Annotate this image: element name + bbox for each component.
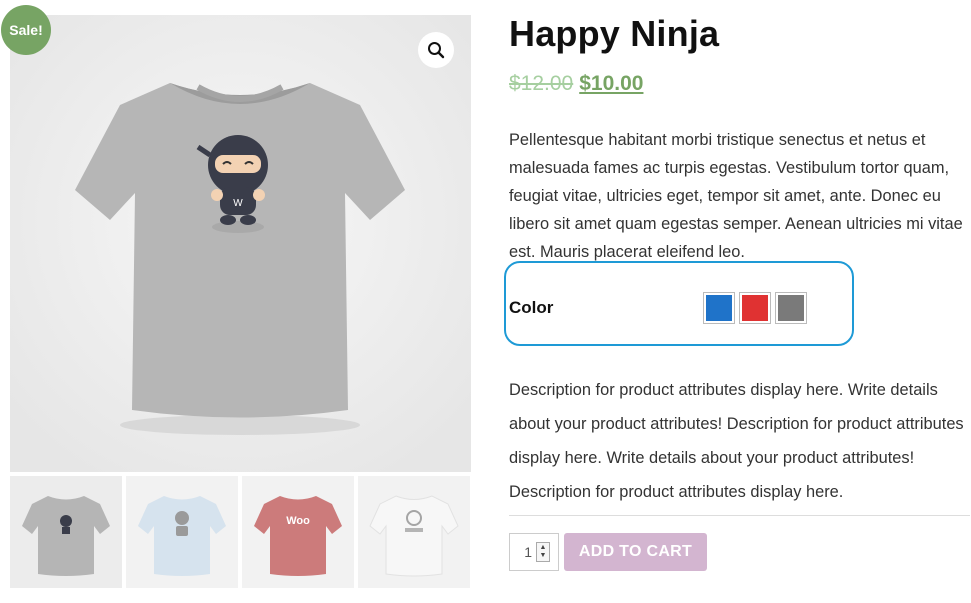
thumbnail-gray-ninja[interactable] [10, 476, 122, 588]
thumbnail-woo-shirt[interactable]: Woo [242, 476, 354, 588]
product-price: $12.00 $10.00 [509, 72, 643, 96]
thumbnail-logo-text: Woo [286, 515, 310, 527]
attribute-description: Description for product attributes displ… [509, 381, 964, 501]
main-product-image[interactable]: W [10, 15, 471, 472]
regular-price: $12.00 [509, 72, 574, 95]
tshirt-image: W [10, 15, 471, 472]
sale-badge: Sale! [1, 5, 51, 55]
gallery-thumbnails: Woo [10, 476, 471, 588]
svg-text:W: W [233, 198, 243, 209]
divider [509, 515, 970, 516]
swatch-red[interactable] [739, 292, 771, 324]
product-title: Happy Ninja [509, 13, 720, 54]
sale-price: $10.00 [579, 72, 644, 95]
swatch-red-fill [742, 295, 768, 321]
thumbnail-image [358, 476, 470, 588]
product-short-description: Pellentesque habitant morbi tristique se… [509, 131, 963, 261]
quantity-input[interactable]: 1 ▲ ▼ [509, 533, 559, 571]
stepper-down-icon[interactable]: ▼ [540, 552, 547, 560]
stepper-up-icon[interactable]: ▲ [540, 544, 547, 552]
color-swatches [703, 292, 807, 324]
thumbnail-white-shirt[interactable] [358, 476, 470, 588]
thumbnail-image [10, 476, 122, 588]
sale-badge-label: Sale! [9, 22, 43, 38]
add-to-cart-button[interactable]: ADD TO CART [564, 533, 707, 571]
quantity-value: 1 [524, 544, 532, 560]
swatch-gray-fill [778, 295, 804, 321]
thumbnail-blue-shirt[interactable] [126, 476, 238, 588]
swatch-gray[interactable] [775, 292, 807, 324]
zoom-icon [428, 42, 445, 59]
swatch-blue[interactable] [703, 292, 735, 324]
thumbnail-image [126, 476, 238, 588]
quantity-stepper[interactable]: ▲ ▼ [536, 542, 550, 562]
attribute-label-color: Color [509, 298, 554, 317]
swatch-blue-fill [706, 295, 732, 321]
thumbnail-image: Woo [242, 476, 354, 588]
zoom-button[interactable] [418, 32, 454, 68]
